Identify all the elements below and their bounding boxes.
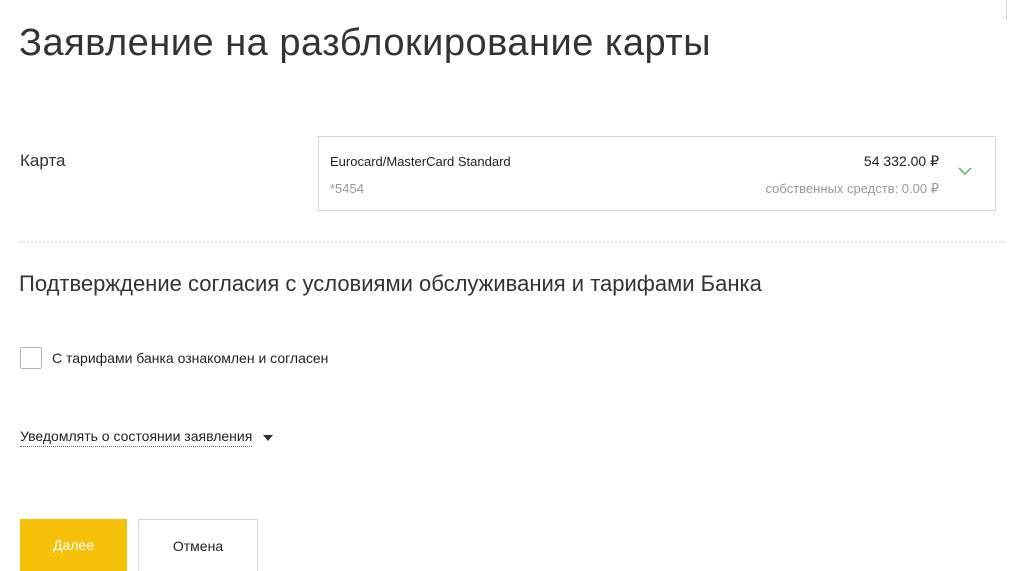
agree-checkbox-label: С тарифами банка ознакомлен и согласен: [52, 350, 329, 366]
page-title: Заявление на разблокирование карты: [19, 22, 712, 64]
card-field-label: Карта: [20, 151, 66, 170]
card-own-funds: собственных средств: 0.00 ₽: [765, 181, 939, 196]
agree-checkbox-row[interactable]: С тарифами банка ознакомлен и согласен: [20, 347, 328, 369]
edge-divider: [1006, 0, 1007, 20]
cancel-button[interactable]: Отмена: [138, 519, 258, 571]
agree-checkbox[interactable]: [20, 347, 42, 369]
chevron-down-icon[interactable]: [957, 165, 973, 177]
agreement-heading: Подтверждение согласия с условиями обслу…: [19, 271, 762, 296]
next-button[interactable]: Далее: [20, 519, 127, 571]
card-name: Eurocard/MasterCard Standard: [330, 154, 511, 169]
notify-dropdown[interactable]: Уведомлять о состоянии заявления: [20, 428, 274, 447]
card-balance: 54 332.00 ₽: [863, 153, 939, 169]
card-number: *5454: [330, 181, 364, 196]
section-divider: [19, 241, 1005, 243]
notify-dropdown-label[interactable]: Уведомлять о состоянии заявления: [20, 428, 253, 447]
caret-down-icon[interactable]: [263, 434, 274, 441]
card-select[interactable]: Eurocard/MasterCard Standard 54 332.00 ₽…: [318, 136, 996, 211]
